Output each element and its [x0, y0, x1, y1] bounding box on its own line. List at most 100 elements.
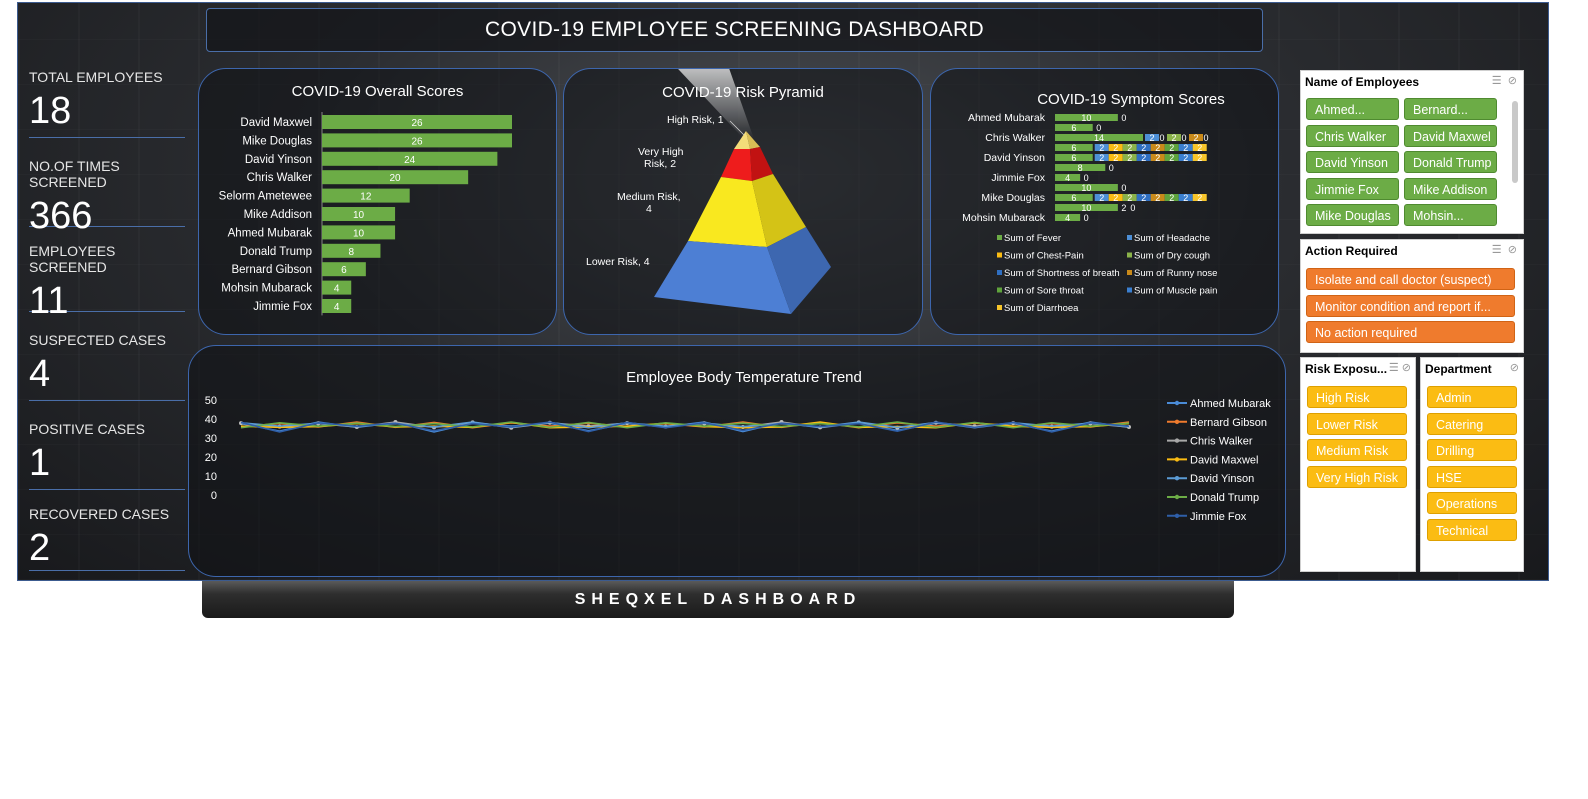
risk-exposure-slicer[interactable]: Risk Exposu... ☰ ⊘ High Risk Lower Risk Me…: [1300, 357, 1416, 572]
slicer-item[interactable]: HSE: [1427, 465, 1517, 488]
overall-name-label: Mohsin Mubarack: [221, 283, 312, 295]
action-slicer-header: Action Required ☰ ⊘: [1301, 240, 1523, 262]
legend-swatch: [997, 235, 1002, 240]
slicer-item[interactable]: Medium Risk: [1307, 439, 1407, 461]
symptom-name-label: Jimmie Fox: [991, 172, 1045, 184]
clear-filter-icon[interactable]: ⊘: [1508, 75, 1517, 87]
symptom-seg-label: 2: [1183, 153, 1188, 163]
symptom-seg-label: 2: [1183, 143, 1188, 153]
symptom-seg-label: 2: [1193, 133, 1198, 143]
employees-slicer[interactable]: Name of Employees ☰ ⊘ Ahmed... Bernard...…: [1300, 70, 1524, 234]
clear-filter-icon[interactable]: ⊘: [1402, 362, 1411, 374]
symptom-seg-label: 2: [1155, 193, 1160, 203]
legend-label: Sum of Headache: [1134, 233, 1210, 244]
pyramid-very-high-risk-front: [721, 149, 752, 181]
slicer-item[interactable]: David Maxwel: [1404, 124, 1497, 147]
kpi-value: 11: [29, 280, 69, 322]
employees-slicer-header: Name of Employees ☰ ⊘: [1301, 71, 1523, 93]
slicer-item[interactable]: Mohsin...: [1404, 204, 1497, 226]
symptom-seg-label: 2: [1113, 153, 1118, 163]
temp-legend-marker: [1174, 476, 1180, 481]
slicer-item[interactable]: Bernard...: [1404, 98, 1497, 120]
overall-value-label: 12: [360, 192, 372, 203]
clear-filter-icon[interactable]: ⊘: [1510, 362, 1519, 374]
overall-scores-chart: David Maxwel 26 Mike Douglas 26 David Yinson…: [219, 112, 512, 316]
department-slicer[interactable]: Department ⊘ Admin Catering Drilling HSE Ope…: [1420, 357, 1524, 572]
symptom-scores-chart: 10 06 014 2 0 2 0 2 06 2 2 2 2 2 2 2 26 2 2 2 2 2 2 2 28 04 010 06 2…: [962, 112, 1217, 314]
multi-select-icon[interactable]: ☰: [1389, 362, 1399, 374]
slicer-item[interactable]: Operations: [1427, 492, 1517, 514]
temp-legend-marker: [1174, 494, 1180, 500]
temp-legend-label: David Maxwel: [1190, 454, 1258, 466]
department-slicer-header: Department ⊘: [1421, 358, 1523, 380]
symptom-seg-label: 10: [1081, 183, 1091, 193]
slicer-item[interactable]: Donald Trump: [1404, 151, 1497, 173]
overall-name-label: Donald Trump: [240, 246, 312, 258]
symptom-seg-label: 2: [1149, 133, 1154, 143]
legend-label: Sum of Fever: [1004, 233, 1061, 244]
symptom-seg-label: 6: [1071, 153, 1076, 163]
temp-legend-marker: [1174, 438, 1180, 443]
slicer-item[interactable]: Very High Risk: [1307, 465, 1407, 488]
slicer-item[interactable]: Technical: [1427, 518, 1517, 541]
overall-name-label: David Yinson: [245, 154, 312, 166]
symptom-seg-label: 2: [1127, 143, 1132, 153]
symptom-seg-label: 0: [1130, 203, 1135, 213]
temp-ytick: 10: [205, 471, 217, 483]
slicer-item[interactable]: Monitor condition and report if...: [1306, 294, 1515, 317]
symptom-seg-label: 0: [1084, 213, 1089, 223]
symptom-seg-label: 2: [1141, 193, 1146, 203]
symptom-name-label: Chris Walker: [985, 132, 1045, 144]
symptom-seg-label: 0: [1159, 133, 1164, 143]
dashboard-footer: SHEQXEL DASHBOARD: [202, 581, 1234, 618]
kpi-total-employees: TOTAL EMPLOYEES 18: [29, 69, 185, 138]
slicer-item[interactable]: Drilling: [1427, 439, 1517, 461]
symptom-seg-label: 2: [1099, 193, 1104, 203]
kpi-label: TOTAL EMPLOYEES: [29, 69, 163, 85]
symptom-seg-label: 6: [1071, 143, 1076, 153]
employees-slicer-scrollbar[interactable]: [1512, 101, 1518, 183]
overall-value-label: 26: [411, 118, 423, 129]
slicer-item[interactable]: Admin: [1427, 386, 1517, 408]
slicer-item[interactable]: Isolate and call doctor (suspect): [1306, 268, 1515, 290]
temp-legend-label: Ahmed Mubarak: [1190, 398, 1271, 410]
slicer-item[interactable]: No action required: [1306, 321, 1515, 343]
symptom-seg-label: 2: [1127, 193, 1132, 203]
legend-swatch: [997, 270, 1002, 275]
slicer-item[interactable]: Jimmie Fox: [1306, 177, 1399, 200]
slicer-item[interactable]: Lower Risk: [1307, 412, 1407, 435]
symptom-seg-label: 0: [1096, 123, 1101, 133]
slicer-item[interactable]: Catering: [1427, 412, 1517, 435]
legend-label: Sum of Diarrhoea: [1004, 303, 1079, 314]
temp-ytick: 50: [205, 395, 217, 407]
symptom-seg-label: 14: [1094, 133, 1104, 143]
kpi-recovered-cases: RECOVERED CASES 2: [29, 506, 185, 571]
temp-ytick: 0: [211, 490, 217, 502]
legend-label: Sum of Chest-Pain: [1004, 251, 1084, 262]
slicer-item[interactable]: David Yinson: [1306, 151, 1399, 173]
risk-pyramid-panel: COVID-19 Risk Pyramid High Risk, 1 Very …: [563, 68, 923, 335]
overall-name-label: Mike Douglas: [242, 135, 312, 147]
symptom-seg-label: 6: [1071, 193, 1076, 203]
temp-series-line[interactable]: [240, 421, 1130, 433]
symptom-scores-panel: COVID-19 Symptom Scores 10 0 6 0 14 2 0 2 0 2 0 6 2 2…: [930, 68, 1279, 335]
slicer-item[interactable]: Mike Douglas: [1306, 204, 1399, 226]
symptom-seg-label: 2: [1141, 143, 1146, 153]
kpi-label: NO.OF TIMES SCREENED: [29, 158, 120, 190]
temp-series-line[interactable]: [240, 421, 1130, 433]
slicer-item[interactable]: Mike Addison: [1404, 177, 1497, 200]
temp-legend-marker: [1174, 513, 1180, 518]
overall-value-label: 4: [334, 302, 340, 313]
overall-name-label: Mike Addison: [244, 209, 312, 221]
overall-name-label: Chris Walker: [247, 172, 313, 184]
slicer-item[interactable]: Ahmed...: [1306, 98, 1399, 120]
multi-select-icon[interactable]: ☰: [1492, 244, 1502, 256]
overall-name-label: Bernard Gibson: [231, 264, 312, 276]
action-slicer[interactable]: Action Required ☰ ⊘ Isolate and call doc…: [1300, 239, 1524, 353]
slicer-item[interactable]: High Risk: [1307, 386, 1407, 408]
slicer-item[interactable]: Chris Walker: [1306, 124, 1399, 147]
legend-swatch: [1127, 270, 1132, 275]
multi-select-icon[interactable]: ☰: [1492, 75, 1502, 87]
department-slicer-title: Department: [1425, 362, 1492, 376]
clear-filter-icon[interactable]: ⊘: [1508, 244, 1517, 256]
